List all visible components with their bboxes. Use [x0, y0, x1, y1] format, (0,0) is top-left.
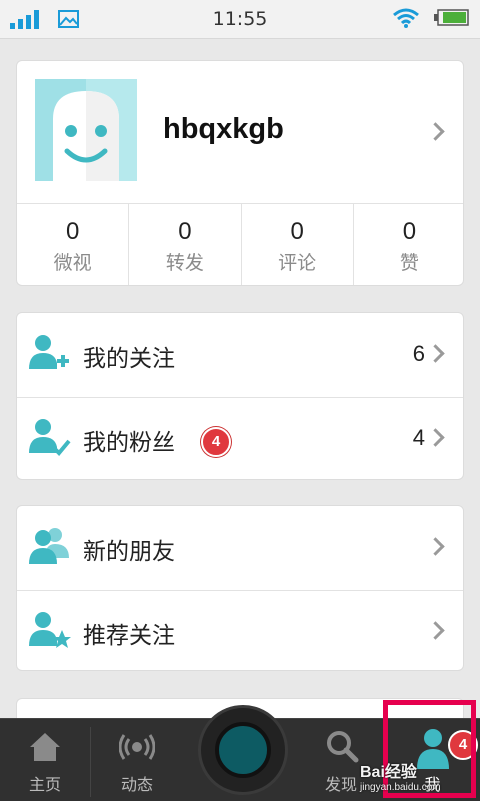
notification-badge: 4	[201, 427, 231, 457]
stat-label: 转发	[165, 252, 204, 274]
avatar[interactable]	[35, 79, 137, 181]
wifi-icon	[393, 8, 419, 28]
broadcast-icon	[119, 734, 155, 760]
menu-item-recommended[interactable]: 推荐关注	[17, 590, 463, 670]
tab-label: 动态	[120, 775, 153, 794]
chevron-right-icon	[426, 621, 445, 640]
menu-group-follow: 我的关注 6 我的粉丝 4 4	[16, 312, 464, 480]
user-add-icon	[29, 335, 69, 369]
username: hbqxkgb	[163, 113, 284, 145]
user-star-icon	[29, 612, 71, 648]
menu-item-count: 6	[412, 341, 425, 366]
stat-comment[interactable]: 0 评论	[242, 204, 354, 285]
ghost-face-icon	[53, 79, 137, 181]
watermark-url: jingyan.baidu.com	[360, 782, 441, 793]
watermark-brand: Bai经验	[360, 764, 417, 781]
stat-like[interactable]: 0 赞	[354, 204, 463, 285]
profile-card[interactable]: hbqxkgb 0 微视 0 转发 0 评论 0 赞	[16, 60, 464, 286]
menu-item-label: 我的关注	[83, 346, 175, 372]
menu-item-following[interactable]: 我的关注 6	[17, 313, 463, 397]
stat-label: 赞	[399, 252, 419, 274]
menu-item-count: 4	[412, 425, 425, 450]
stat-value: 0	[178, 218, 192, 245]
chevron-right-icon	[426, 122, 445, 141]
stat-weishi[interactable]: 0 微视	[17, 204, 130, 285]
chevron-right-icon	[426, 428, 445, 447]
chevron-right-icon	[426, 537, 445, 556]
stat-value: 0	[290, 218, 304, 245]
stat-value: 0	[402, 218, 417, 245]
menu-item-new-friends[interactable]: 新的朋友	[17, 506, 463, 590]
menu-group-discover: 新的朋友 推荐关注	[16, 505, 464, 671]
tab-camera[interactable]	[183, 705, 297, 801]
baidu-watermark: Bai经验 jingyan.baidu.com	[360, 758, 441, 793]
stat-repost[interactable]: 0 转发	[129, 204, 242, 285]
status-bar: 11:55	[0, 0, 480, 39]
stats-row: 0 微视 0 转发 0 评论 0 赞	[17, 203, 463, 285]
search-icon	[327, 731, 359, 763]
stat-value: 0	[65, 218, 80, 245]
users-icon	[29, 528, 69, 564]
tab-home[interactable]: 主页	[0, 719, 90, 801]
stat-label: 评论	[278, 252, 317, 274]
stat-label: 微视	[53, 252, 92, 274]
menu-item-fans[interactable]: 我的粉丝 4 4	[17, 397, 463, 479]
home-icon	[30, 733, 60, 761]
chevron-right-icon	[426, 344, 445, 363]
tab-activity[interactable]: 动态	[91, 719, 183, 801]
camera-lens	[215, 722, 271, 778]
battery-icon	[434, 9, 469, 26]
user-check-icon	[29, 419, 71, 456]
camera-icon	[198, 705, 288, 795]
tab-label: 主页	[28, 775, 61, 794]
menu-item-label: 推荐关注	[83, 623, 175, 649]
menu-item-label: 新的朋友	[83, 539, 175, 565]
menu-item-label: 我的粉丝	[83, 430, 175, 456]
